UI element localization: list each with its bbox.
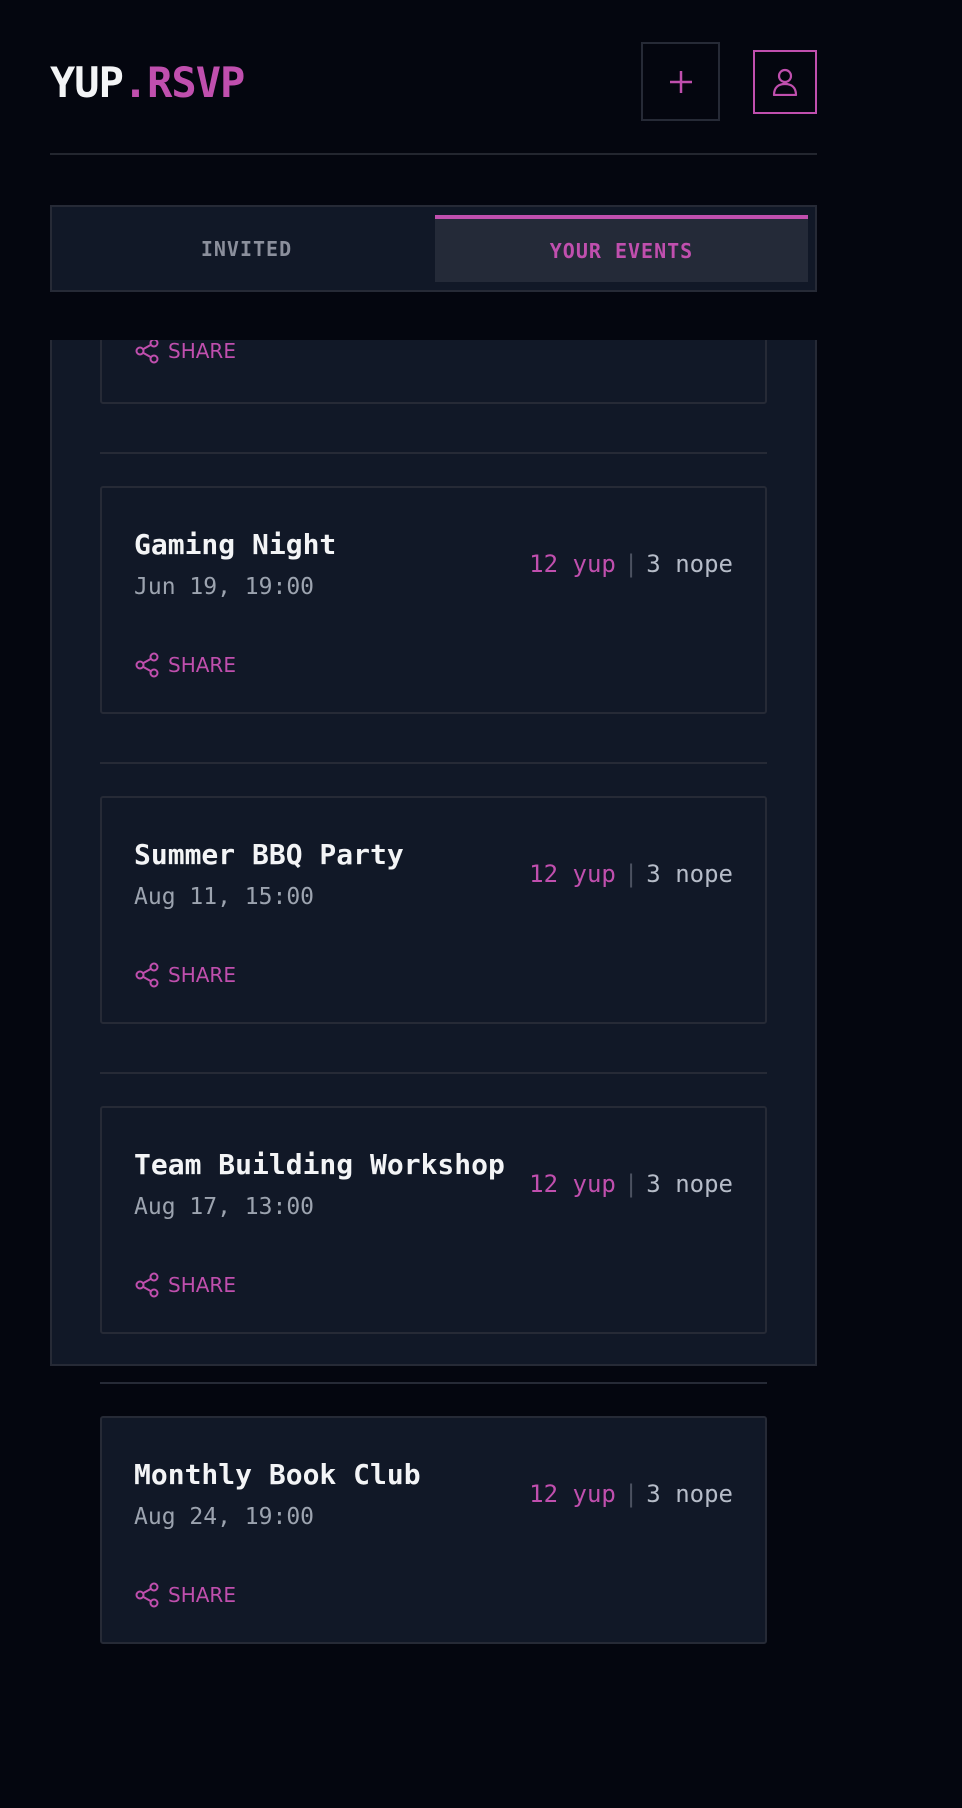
yup-count: 12 yup — [529, 1480, 616, 1508]
stats-separator: | — [623, 550, 639, 578]
share-button[interactable]: SHARE — [134, 652, 236, 678]
event-card[interactable]: Team Building Workshop Aug 17, 13:00 12 … — [100, 1106, 767, 1334]
stats-separator: | — [623, 1170, 639, 1198]
add-event-button[interactable] — [641, 42, 720, 121]
nope-count: 3 nope — [646, 550, 733, 578]
share-icon — [135, 1582, 159, 1608]
tab-invited[interactable]: INVITED — [60, 215, 433, 282]
rsvp-stats: 12 yup | 3 nope — [529, 1170, 733, 1198]
share-icon — [135, 1272, 159, 1298]
share-button[interactable]: SHARE — [134, 962, 236, 988]
share-button[interactable]: SHARE — [134, 338, 236, 364]
tab-bar-backdrop — [0, 292, 830, 340]
profile-button[interactable] — [753, 50, 817, 114]
event-title: Gaming Night — [134, 528, 337, 561]
logo-main: YUP — [50, 58, 124, 107]
event-date: Aug 11, 15:00 — [134, 884, 315, 910]
share-icon — [135, 338, 159, 364]
yup-count: 12 yup — [529, 860, 616, 888]
share-label: SHARE — [168, 653, 236, 677]
rsvp-stats: 12 yup | 3 nope — [529, 860, 733, 888]
event-title: Summer BBQ Party — [134, 838, 404, 871]
share-label: SHARE — [168, 963, 236, 987]
stats-separator: | — [623, 1480, 639, 1508]
nope-count: 3 nope — [646, 1170, 733, 1198]
list-divider — [100, 452, 767, 454]
yup-count: 12 yup — [529, 550, 616, 578]
header-divider — [50, 153, 817, 155]
page: YUP.RSVP INVITED YOUR EVENTS SHARE Gamin… — [0, 0, 962, 1808]
list-divider — [100, 1072, 767, 1074]
app-header: YUP.RSVP — [50, 42, 817, 121]
nope-count: 3 nope — [646, 860, 733, 888]
logo-accent: .RSVP — [122, 58, 245, 107]
stats-separator: | — [623, 860, 639, 888]
share-button[interactable]: SHARE — [134, 1582, 236, 1608]
rsvp-stats: 12 yup | 3 nope — [529, 1480, 733, 1508]
nope-count: 3 nope — [646, 1480, 733, 1508]
yup-count: 12 yup — [529, 1170, 616, 1198]
share-icon — [135, 962, 159, 988]
tab-your-events[interactable]: YOUR EVENTS — [435, 215, 808, 282]
event-date: Aug 17, 13:00 — [134, 1194, 315, 1220]
event-title: Monthly Book Club — [134, 1458, 421, 1491]
plus-icon — [669, 70, 692, 93]
share-icon — [135, 652, 159, 678]
event-date: Jun 19, 19:00 — [134, 574, 315, 600]
share-label: SHARE — [168, 1273, 236, 1297]
share-button[interactable]: SHARE — [134, 1272, 236, 1298]
user-icon — [772, 68, 798, 96]
event-card[interactable]: Monthly Book Club Aug 24, 19:00 12 yup | 3… — [100, 1416, 767, 1644]
tab-bar: INVITED YOUR EVENTS — [50, 205, 817, 292]
event-card[interactable]: Gaming Night Jun 19, 19:00 12 yup | 3 nope… — [100, 486, 767, 714]
event-date: Aug 24, 19:00 — [134, 1504, 315, 1530]
event-title: Team Building Workshop — [134, 1148, 505, 1181]
share-label: SHARE — [168, 1583, 236, 1607]
rsvp-stats: 12 yup | 3 nope — [529, 550, 733, 578]
list-divider — [100, 762, 767, 764]
event-card[interactable]: Summer BBQ Party Aug 11, 15:00 12 yup | 3 … — [100, 796, 767, 1024]
share-label: SHARE — [168, 339, 236, 363]
app-logo[interactable]: YUP.RSVP — [50, 58, 245, 107]
list-divider — [100, 1382, 767, 1384]
